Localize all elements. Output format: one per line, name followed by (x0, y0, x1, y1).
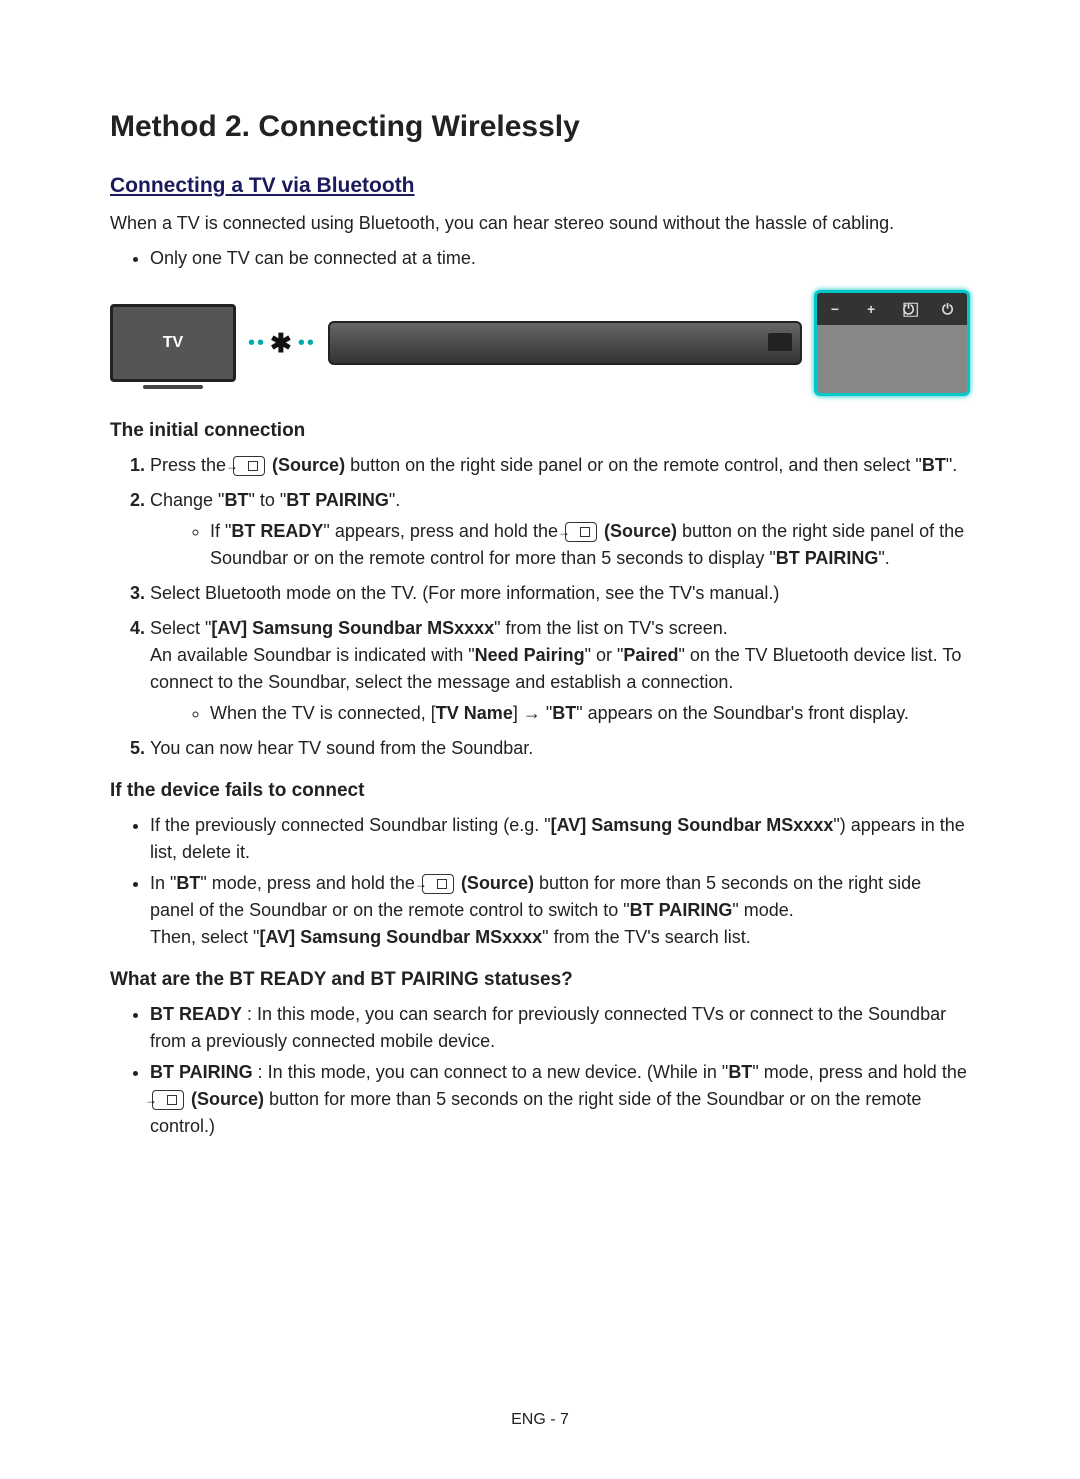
tv-illustration: TV (110, 304, 236, 382)
step-4: Select "[AV] Samsung Soundbar MSxxxx" fr… (150, 615, 970, 727)
step-2: Change "BT" to "BT PAIRING". If "BT READ… (150, 487, 970, 572)
bluetooth-icon: ✱ (270, 328, 294, 359)
page-footer: ENG - 7 (0, 1411, 1080, 1429)
initial-connection-steps: Press the (Source) button on the right s… (110, 452, 970, 762)
step-1: Press the (Source) button on the right s… (150, 452, 970, 479)
subheading-initial-connection: The initial connection (110, 420, 970, 442)
page-title: Method 2. Connecting Wirelessly (110, 110, 970, 144)
section-heading-bluetooth: Connecting a TV via Bluetooth (110, 174, 970, 198)
step-3: Select Bluetooth mode on the TV. (For mo… (150, 580, 970, 607)
source-icon (233, 456, 265, 476)
status-list: BT READY : In this mode, you can search … (110, 1001, 970, 1140)
soundbar-illustration (328, 321, 802, 365)
intro-text: When a TV is connected using Bluetooth, … (110, 210, 970, 237)
plus-icon: + (867, 301, 875, 317)
minus-icon: − (831, 301, 839, 317)
fail-item-2: In "BT" mode, press and hold the (Source… (150, 870, 970, 951)
intro-bullet: Only one TV can be connected at a time. (150, 245, 970, 272)
source-panel-icon: ⏻⃞ (903, 301, 914, 318)
subheading-statuses: What are the BT READY and BT PAIRING sta… (110, 969, 970, 991)
source-icon (152, 1090, 184, 1110)
side-panel-illustration: − + ⏻⃞ ⏻ (814, 290, 970, 396)
step-4-sub: When the TV is connected, [TV Name] → "B… (210, 700, 970, 727)
fail-list: If the previously connected Soundbar lis… (110, 812, 970, 951)
source-icon (565, 522, 597, 542)
step-2-sub: If "BT READY" appears, press and hold th… (210, 518, 970, 572)
fail-item-1: If the previously connected Soundbar lis… (150, 812, 970, 866)
subheading-fail: If the device fails to connect (110, 780, 970, 802)
source-icon (422, 874, 454, 894)
tv-label: TV (163, 334, 183, 352)
status-ready: BT READY : In this mode, you can search … (150, 1001, 970, 1055)
status-pairing: BT PAIRING : In this mode, you can conne… (150, 1059, 970, 1140)
step-5: You can now hear TV sound from the Sound… (150, 735, 970, 762)
power-icon: ⏻ (942, 301, 953, 318)
bluetooth-link-illustration: ••✱•• (248, 328, 316, 359)
connection-diagram: TV ••✱•• − + ⏻⃞ ⏻ (110, 290, 970, 396)
